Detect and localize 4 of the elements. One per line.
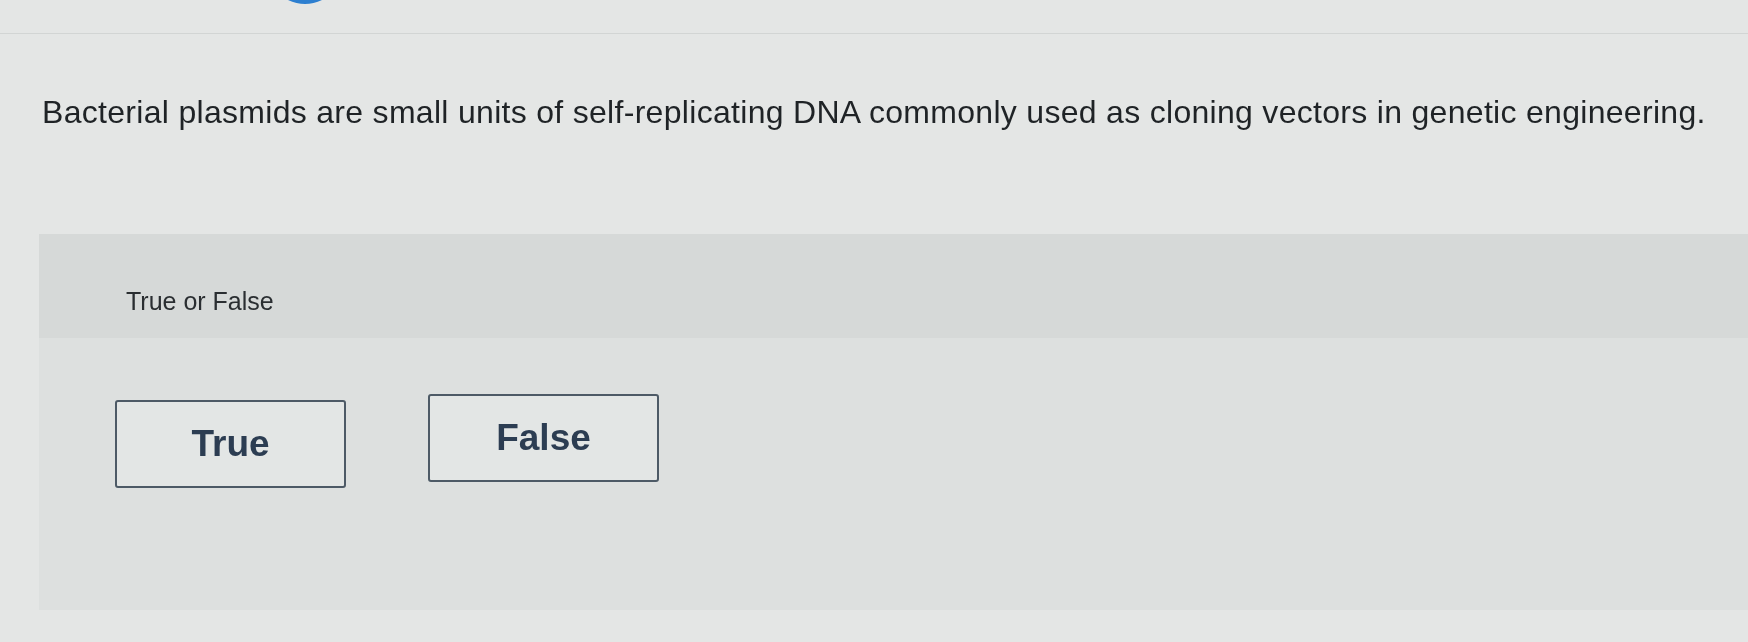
prompt-label: True or False	[126, 287, 274, 315]
question-text: Bacterial plasmids are small units of self-replicating DNA commonly used as cloning vectors in genetic engineering.	[42, 93, 1706, 132]
answer-button[interactable]: False	[428, 394, 659, 482]
answer-button[interactable]: True	[115, 400, 346, 488]
